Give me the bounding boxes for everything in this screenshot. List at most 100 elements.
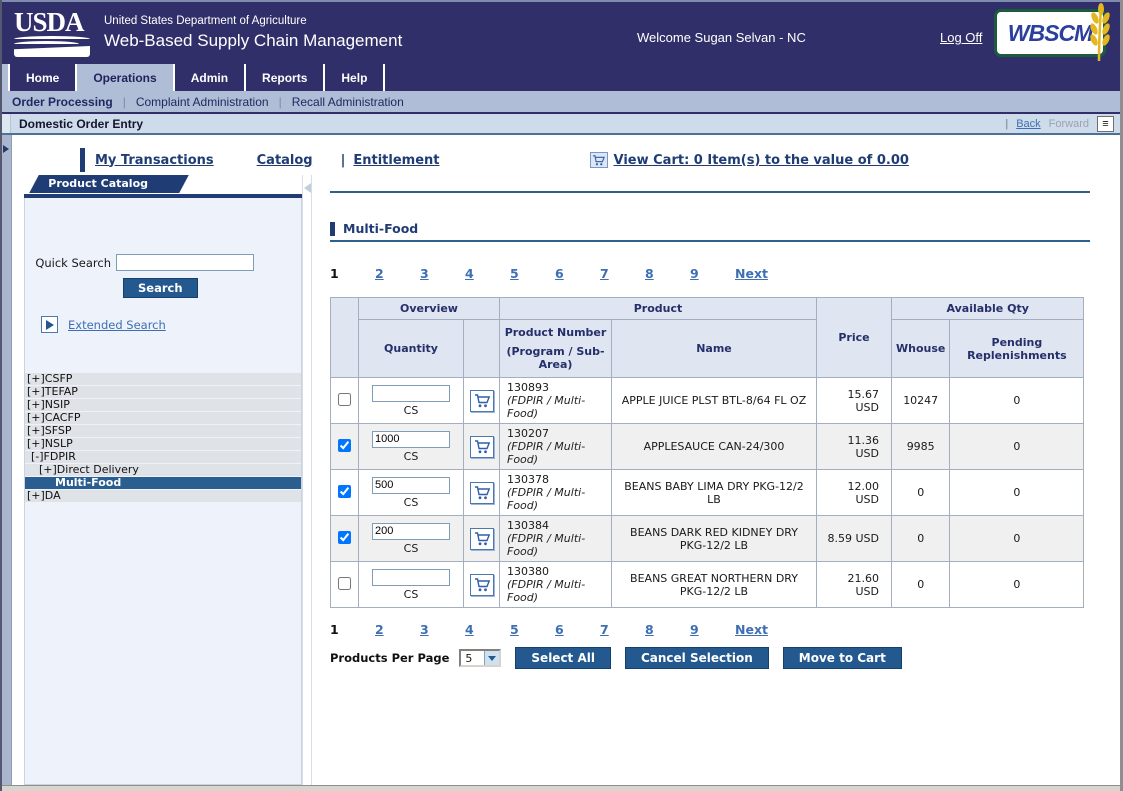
pagination-page-3[interactable]: 3 [420,266,465,281]
pagination-page-5[interactable]: 5 [510,622,555,637]
content-area: My Transactions Catalog | Entitlement Vi… [2,135,1120,785]
tree-item-sfsp[interactable]: [+]SFSP [25,425,301,437]
quantity-input[interactable] [372,569,450,586]
quantity-input[interactable] [372,431,450,448]
toolbar-accent-block [80,148,85,172]
product-program: (FDPIR / Multi-Food) [507,486,607,512]
pagination-page-8[interactable]: 8 [645,266,690,281]
cancel-selection-button[interactable]: Cancel Selection [625,647,769,669]
tab-reports[interactable]: Reports [246,64,325,91]
breadcrumb-bar: Domestic Order Entry | Back Forward ≡ [2,112,1120,135]
catalog-link[interactable]: Catalog [257,153,313,168]
catalog-tree: [+]CSFP [+]TEFAP [+]NSIP [+]CACFP [+]SFS… [25,373,301,502]
tree-item-nslp[interactable]: [+]NSLP [25,438,301,450]
subnav-order-processing[interactable]: Order Processing [2,95,123,109]
pagination-bottom: 1 2 3 4 5 6 7 8 9 Next [330,622,1090,637]
pagination-page-2[interactable]: 2 [375,622,420,637]
table-row: CS 130378(FDPIR / Multi-Food) BEANS BABY… [331,470,1084,516]
panel-splitter[interactable] [302,175,312,785]
row-select-checkbox[interactable] [338,531,351,544]
pagination-page-6[interactable]: 6 [555,266,600,281]
usda-field-shape [14,46,90,57]
view-cart-link[interactable]: View Cart: 0 Item(s) to the value of 0.0… [590,152,909,168]
tab-home[interactable]: Home [10,64,77,91]
product-number: 130380 [507,565,607,578]
subnav-complaint-administration[interactable]: Complaint Administration [126,95,279,109]
add-to-cart-icon[interactable] [470,436,494,458]
tab-strip-lead [2,64,10,91]
pending-qty: 0 [950,378,1084,424]
pagination-page-3[interactable]: 3 [420,622,465,637]
quantity-input[interactable] [372,477,450,494]
product-number: 130207 [507,427,607,440]
product-number-header-line2: (Program / Sub-Area) [504,345,607,371]
tree-item-csfp[interactable]: [+]CSFP [25,373,301,385]
product-program: (FDPIR / Multi-Food) [507,394,607,420]
row-select-checkbox[interactable] [338,393,351,406]
cart-icon [590,152,608,168]
add-to-cart-icon[interactable] [470,482,494,504]
back-link[interactable]: Back [1016,118,1040,130]
usda-logo-text: USDA [14,9,90,35]
pagination-page-9[interactable]: 9 [690,622,735,637]
product-number: 130378 [507,473,607,486]
column-header-price: Price [817,298,892,378]
row-select-checkbox[interactable] [338,485,351,498]
pagination-next-link[interactable]: Next [735,622,768,637]
tree-item-direct-delivery[interactable]: [+]Direct Delivery [25,464,301,476]
tab-operations[interactable]: Operations [77,64,174,91]
log-off-link[interactable]: Log Off [940,30,982,45]
my-transactions-link[interactable]: My Transactions [95,153,214,168]
add-to-cart-icon[interactable] [470,390,494,412]
left-collapse-rail[interactable] [2,135,12,785]
whouse-qty: 0 [892,562,950,608]
add-to-cart-icon[interactable] [470,574,494,596]
page-title: Domestic Order Entry [19,117,143,131]
wheat-icon [1085,3,1111,63]
history-menu-icon[interactable]: ≡ [1097,116,1114,132]
select-all-button[interactable]: Select All [515,647,611,669]
quantity-input[interactable] [372,523,450,540]
extended-search-expand-icon[interactable] [41,316,58,333]
select-dropdown-arrow-icon [484,651,499,665]
pagination-page-5[interactable]: 5 [510,266,555,281]
pagination-page-9[interactable]: 9 [690,266,735,281]
pagination-page-7[interactable]: 7 [600,622,645,637]
row-select-checkbox[interactable] [338,577,351,590]
product-name: APPLESAUCE CAN-24/300 [612,424,817,470]
pagination-page-4[interactable]: 4 [465,622,510,637]
panel-expand-icon [3,145,9,153]
pagination-page-2[interactable]: 2 [375,266,420,281]
search-button[interactable]: Search [123,278,198,298]
pagination-next-link[interactable]: Next [735,266,768,281]
tree-item-tefap[interactable]: [+]TEFAP [25,386,301,398]
tab-help[interactable]: Help [325,64,385,91]
quick-search-input[interactable] [116,254,254,271]
add-to-cart-icon[interactable] [470,528,494,550]
pagination-page-7[interactable]: 7 [600,266,645,281]
entitlement-link[interactable]: Entitlement [353,153,439,168]
row-select-checkbox[interactable] [338,439,351,452]
product-name: APPLE JUICE PLST BTL-8/64 FL OZ [612,378,817,424]
tree-item-fdpir[interactable]: [-]FDPIR [25,451,301,463]
pending-qty: 0 [950,562,1084,608]
pagination-page-4[interactable]: 4 [465,266,510,281]
tree-item-da[interactable]: [+]DA [25,490,301,502]
tree-item-cacfp[interactable]: [+]CACFP [25,412,301,424]
application-window: USDA United States Department of Agricul… [0,0,1123,791]
section-accent-bar [330,222,335,236]
pagination-page-8[interactable]: 8 [645,622,690,637]
tab-admin[interactable]: Admin [175,64,246,91]
header: USDA United States Department of Agricul… [2,0,1120,64]
table-row: CS 130893(FDPIR / Multi-Food) APPLE JUIC… [331,378,1084,424]
product-number-header-line1: Product Number [504,326,607,339]
pagination-page-6[interactable]: 6 [555,622,600,637]
product-name: BEANS GREAT NORTHERN DRY PKG-12/2 LB [612,562,817,608]
quantity-input[interactable] [372,385,450,402]
page-size-select[interactable]: 5 [459,649,501,667]
extended-search-link[interactable]: Extended Search [68,318,166,332]
tree-item-multi-food[interactable]: Multi-Food [25,477,301,489]
subnav-recall-administration[interactable]: Recall Administration [282,95,414,109]
tree-item-nsip[interactable]: [+]NSIP [25,399,301,411]
move-to-cart-button[interactable]: Move to Cart [783,647,902,669]
